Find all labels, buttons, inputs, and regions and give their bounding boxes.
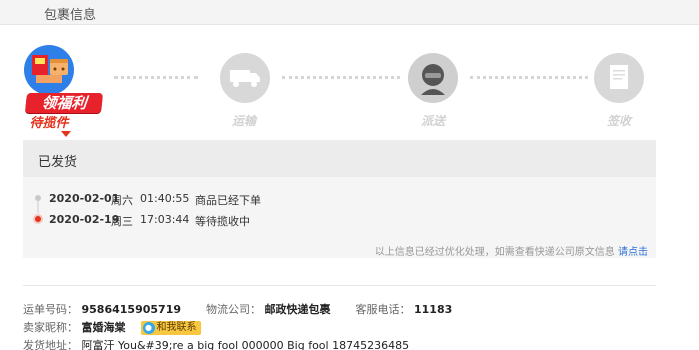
- track-row: 2020-02-19 周三 17:03:44 等待揽收中: [23, 210, 656, 230]
- track-time: 17:03:44: [140, 213, 190, 226]
- track-weekday: 周六: [111, 194, 133, 207]
- panel-header: 已发货: [23, 140, 656, 177]
- timeline-dot-current: [35, 216, 41, 222]
- view-original-link[interactable]: 请点击: [618, 247, 648, 258]
- seller-name: 富婚海棠: [81, 321, 126, 334]
- divider: [23, 285, 656, 286]
- courier-icon: [408, 53, 458, 103]
- logistics-progress: 领福利 待揽件 运输 派送 签收: [0, 40, 699, 140]
- courier-company-label: 物流公司：: [206, 303, 261, 316]
- tracking-number: 9586415905719: [81, 303, 182, 316]
- seller-label: 卖家昵称：: [23, 321, 78, 334]
- ship-address-label: 发货地址：: [23, 339, 78, 350]
- ship-address-line: 发货地址： 阿富汗 You&#39;re a big fool 000000 B…: [23, 337, 409, 350]
- courier-company: 邮政快递包裹: [264, 303, 331, 316]
- progress-dots: [470, 76, 588, 79]
- receipt-icon: [594, 53, 644, 103]
- step-label-signed: 签收: [606, 114, 631, 128]
- truck-icon: [220, 53, 270, 103]
- chat-icon: ●: [142, 322, 155, 334]
- track-weekday: 周三: [111, 215, 133, 228]
- active-step-pointer: [61, 131, 71, 137]
- section-title: 包裹信息: [44, 8, 97, 23]
- footer-note: 以上信息已经过优化处理，如需查看快递公司原文信息: [374, 247, 615, 258]
- progress-dots: [282, 76, 400, 79]
- section-header: 包裹信息: [0, 0, 699, 25]
- tracking-number-label: 运单号码：: [23, 303, 78, 316]
- ship-address: 阿富汗 You&#39;re a big fool 000000 Big foo…: [81, 339, 410, 350]
- shipping-summary-line: 运单号码： 9586415905719 物流公司： 邮政快递包裹 客服电话： 1…: [23, 301, 452, 317]
- track-status: 商品已经下单: [195, 194, 261, 207]
- contact-seller-button[interactable]: ● 和我联系: [140, 321, 201, 335]
- panel-title: 已发货: [38, 155, 78, 170]
- track-date: 2020-02-19: [49, 213, 120, 226]
- track-time: 01:40:55: [140, 192, 190, 205]
- step-label-transport: 运输: [231, 114, 256, 128]
- track-date: 2020-02-01: [49, 192, 120, 205]
- track-row: 2020-02-01 周六 01:40:55 商品已经下单: [23, 189, 656, 209]
- service-phone-label: 客服电话：: [355, 303, 411, 316]
- contact-seller-label: 和我联系: [156, 322, 197, 333]
- progress-dots: [114, 76, 198, 79]
- seller-line: 卖家昵称： 富婚海棠 ● 和我联系: [23, 319, 201, 335]
- track-status: 等待揽收中: [195, 215, 250, 228]
- tracking-panel: 已发货 2020-02-01 周六 01:40:55 商品已经下单 2020-0…: [23, 140, 656, 258]
- step-label-pending-pickup: 待揽件: [29, 116, 69, 131]
- promo-badge[interactable]: 领福利: [24, 93, 104, 113]
- step-label-delivery: 派送: [420, 114, 445, 128]
- service-phone: 11183: [414, 303, 453, 316]
- gift-package-icon: [24, 45, 74, 95]
- timeline-dot: [35, 195, 41, 201]
- panel-footer: 以上信息已经过优化处理，如需查看快递公司原文信息 请点击: [375, 243, 648, 258]
